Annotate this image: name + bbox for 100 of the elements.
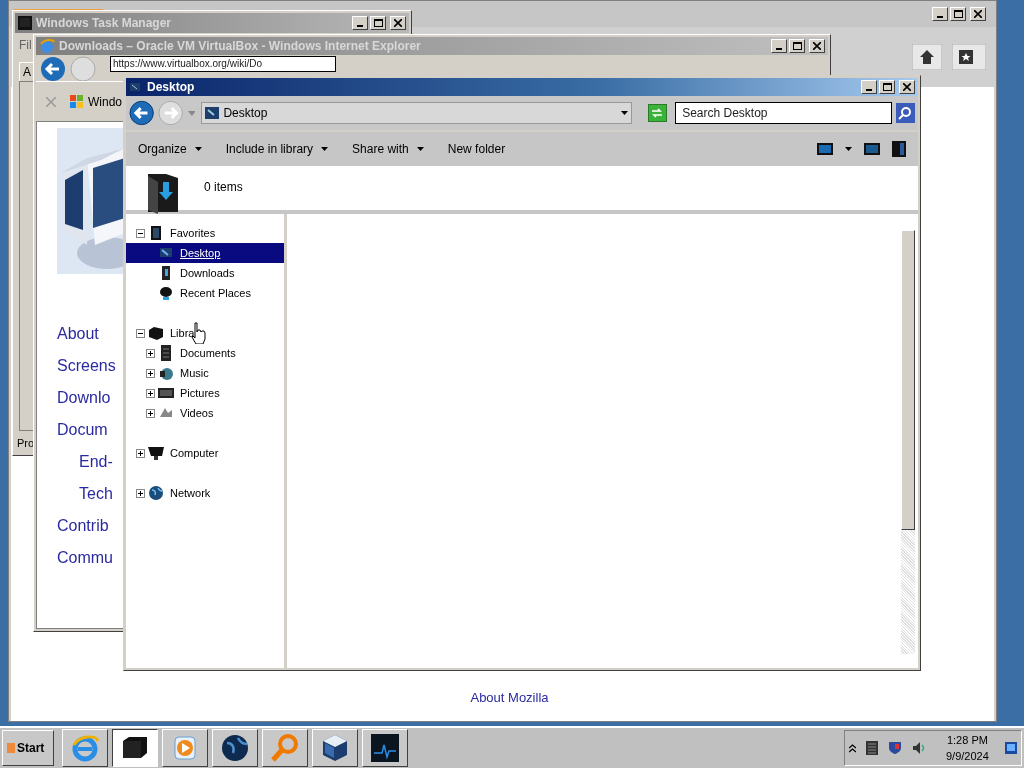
nav-item[interactable]: Videos (178, 404, 216, 422)
nav-item[interactable]: Computer (168, 444, 221, 462)
documents-icon (158, 345, 174, 361)
computer-icon (148, 445, 164, 461)
magnifier-icon (270, 733, 300, 763)
expander-toggle[interactable] (136, 488, 145, 498)
sidebar-link[interactable]: About (57, 322, 99, 345)
shield-icon[interactable] (888, 741, 902, 755)
desktop-icon (205, 107, 220, 119)
window-icon (129, 81, 141, 93)
footer-link[interactable]: About Mozilla (470, 687, 549, 707)
recent-places-icon (158, 285, 174, 301)
maximize-button[interactable] (879, 80, 895, 94)
address-bar[interactable]: Desktop (201, 102, 632, 124)
view-icon[interactable] (817, 143, 833, 155)
globe-icon (220, 733, 250, 763)
search-button[interactable] (895, 103, 915, 123)
window-title: Windows Task Manager (36, 15, 172, 32)
item-count: 0 items (204, 179, 243, 196)
browser-tab[interactable]: Windo (70, 92, 122, 111)
expander-toggle[interactable] (146, 408, 155, 418)
close-button[interactable] (970, 7, 986, 21)
sidebar-link[interactable]: Downlo (57, 386, 111, 409)
expander-toggle[interactable] (146, 348, 155, 358)
browser-icon (39, 38, 55, 54)
clock-date[interactable]: 9/9/2024 (946, 748, 989, 764)
nav-item[interactable]: Downloads (178, 264, 237, 282)
close-icon[interactable] (813, 42, 821, 50)
sidebar-link[interactable]: Commu (57, 546, 113, 569)
expander-toggle[interactable] (146, 388, 155, 398)
search-field[interactable]: Search Desktop (675, 102, 892, 124)
monitor-icon (370, 733, 400, 763)
speaker-icon[interactable] (912, 741, 926, 755)
close-button[interactable] (390, 16, 406, 30)
nav-item[interactable]: Favorites (168, 224, 218, 242)
sidebar-link[interactable]: End- (79, 450, 113, 473)
nav-item[interactable]: Pictures (178, 384, 222, 402)
show-desktop-icon[interactable] (1005, 742, 1017, 754)
refresh-icon (650, 107, 665, 119)
sidebar-link[interactable]: Docum (57, 418, 108, 441)
dropdown-caret-icon (194, 147, 202, 151)
dropdown-caret-icon (845, 147, 852, 151)
sidebar-link[interactable]: Tech (79, 482, 113, 505)
toolbar-button[interactable]: Share with (352, 140, 424, 158)
close-icon[interactable] (394, 19, 402, 27)
address-text: Desktop (223, 105, 268, 122)
browser-icon (70, 733, 100, 763)
cube-icon (320, 733, 350, 763)
close-icon[interactable] (903, 83, 911, 91)
dropdown-caret-icon (620, 111, 628, 115)
chevron-up-icon[interactable] (849, 743, 856, 753)
dropdown-caret-icon (321, 147, 329, 151)
menu-item[interactable]: Fil (19, 36, 32, 54)
back-button[interactable] (129, 100, 155, 126)
start-button[interactable]: Start (2, 730, 54, 766)
taskbar-button[interactable] (112, 729, 158, 767)
favorites-icon (148, 225, 164, 241)
close-icon[interactable] (974, 10, 982, 18)
refresh-button[interactable] (647, 104, 668, 122)
window-title: Downloads – Oracle VM VirtualBox - Windows Internet Explorer (59, 38, 421, 55)
nav-item[interactable]: Music (178, 364, 211, 382)
favorites-icon[interactable] (952, 44, 986, 70)
minimize-button[interactable] (932, 7, 948, 21)
help-icon[interactable] (892, 141, 906, 157)
home-icon[interactable] (912, 44, 942, 70)
expander-toggle[interactable] (136, 448, 145, 458)
window-title: Desktop (147, 79, 195, 96)
library-icon (148, 325, 164, 341)
clock-time[interactable]: 1:28 PM (946, 732, 988, 748)
expander-toggle[interactable] (136, 228, 145, 238)
nav-item[interactable]: Documents (178, 344, 238, 362)
toolbar-button[interactable]: New folder (447, 140, 506, 158)
expander-toggle[interactable] (146, 368, 155, 378)
maximize-button[interactable] (950, 7, 966, 21)
expander-toggle[interactable] (136, 328, 145, 338)
preview-pane-icon[interactable] (864, 143, 880, 155)
scrollbar[interactable] (901, 230, 915, 654)
close-button[interactable] (899, 80, 915, 94)
toolbar-button[interactable]: Organize (138, 140, 202, 158)
address-text: https://www.virtualbox.org/wiki/Do (113, 58, 262, 70)
sidebar-link[interactable]: Screens (57, 354, 116, 377)
minimize-button[interactable] (352, 16, 368, 30)
nav-item[interactable]: Network (168, 484, 213, 502)
pictures-icon (158, 385, 174, 401)
address-bar[interactable]: https://www.virtualbox.org/wiki/Do (110, 56, 336, 72)
toolbar-button[interactable]: Include in library (225, 140, 329, 158)
maximize-button[interactable] (370, 16, 386, 30)
close-button[interactable] (809, 39, 825, 53)
search-icon (898, 106, 913, 120)
minimize-button[interactable] (861, 80, 877, 94)
scrollbar-thumb[interactable] (901, 230, 915, 530)
maximize-button[interactable] (789, 39, 805, 53)
music-icon (158, 365, 174, 381)
status-text: Pro (16, 435, 36, 451)
sidebar-link[interactable]: Contrib (57, 514, 109, 537)
monitor-icon (18, 16, 32, 30)
dropdown-caret-icon (416, 147, 424, 151)
minimize-button[interactable] (771, 39, 787, 53)
nav-item[interactable]: Recent Places (178, 284, 253, 302)
back-button[interactable] (40, 56, 66, 82)
